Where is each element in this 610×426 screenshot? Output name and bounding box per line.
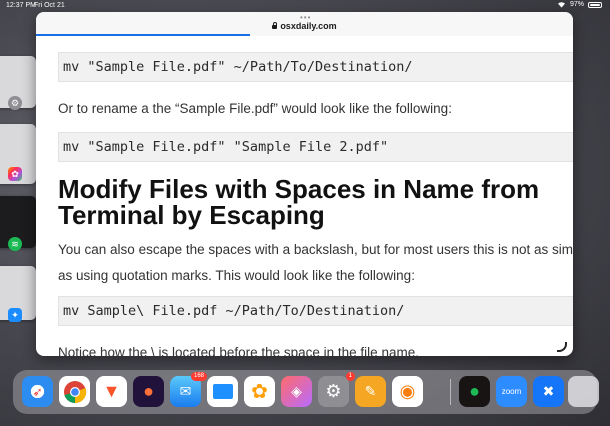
spotify-mini-icon[interactable]: ≋ (8, 237, 22, 251)
paragraph-2-line-2: as using quotation marks. This would loo… (58, 268, 415, 283)
status-right: 97% (557, 1, 602, 8)
section-heading: Modify Files with Spaces in Name from Te… (58, 176, 539, 228)
dock-app-library[interactable] (568, 376, 599, 407)
dock-app-settings[interactable]: ⚙ 1 (318, 372, 355, 407)
heading-line-2: Terminal by Escaping (58, 200, 325, 230)
spotify-icon: ● (469, 381, 480, 401)
envelope-icon: ✉ (179, 383, 192, 399)
lion-icon: ▼ (102, 381, 121, 401)
status-bar: 12:37 PM Fri Oct 21 97% (0, 0, 610, 12)
dock-app-chrome[interactable] (59, 376, 90, 407)
status-date: Fri Oct 21 (34, 2, 65, 9)
url-field[interactable]: osxdaily.com (36, 21, 573, 31)
dock-app-brave[interactable]: ▼ (96, 376, 127, 407)
podcast-icon: ◉ (399, 381, 416, 401)
fox-icon: ● (143, 381, 154, 401)
shortcuts-icon: ◈ (291, 383, 302, 399)
lock-icon (272, 22, 278, 29)
url-text: osxdaily.com (280, 21, 337, 31)
flower-icon: ✿ (251, 381, 268, 403)
compass-icon: ➶ (32, 384, 43, 399)
folder-icon (212, 384, 233, 399)
article-content: mv "Sample File.pdf" ~/Path/To/Destinati… (36, 36, 573, 356)
status-time: 12:37 PM (6, 2, 36, 9)
tools-icon: ✖ (542, 383, 555, 399)
dock-app-safari[interactable]: ➶ (22, 376, 53, 407)
safari-mini-icon[interactable]: ✦ (8, 308, 22, 322)
paragraph-2-line-1: You can also escape the spaces with a ba… (58, 242, 573, 257)
battery-icon (588, 1, 602, 8)
code-block-1: mv "Sample File.pdf" ~/Path/To/Destinati… (58, 52, 573, 82)
chrome-icon (63, 380, 86, 403)
settings-mini-icon[interactable]: ⚙ (8, 96, 22, 110)
pen-icon: ✎ (364, 383, 377, 399)
settings-badge: 1 (345, 372, 355, 381)
dock: ➶ ▼ ● ✉ 168 ✿ ◈ ⚙ 1 ✎ ◉ ● zoom ✖ (13, 370, 599, 414)
photos-mini-icon[interactable]: ✿ (8, 167, 22, 181)
dock-app-firefox[interactable]: ● (133, 376, 164, 407)
paragraph-3: Notice how the \ is located before the s… (58, 345, 419, 356)
dock-app-files[interactable] (207, 376, 238, 407)
code-block-2: mv "Sample File.pdf" "Sample File 2.pdf" (58, 132, 573, 162)
paragraph-1: Or to rename a the “Sample File.pdf” wou… (58, 101, 452, 116)
dock-app-mail[interactable]: ✉ 168 (170, 372, 207, 407)
zoom-icon: zoom (501, 387, 522, 396)
dock-app-xcode[interactable]: ✖ (533, 376, 564, 407)
heading-line-1: Modify Files with Spaces in Name from (58, 174, 540, 204)
dock-app-pages[interactable]: ✎ (355, 376, 386, 407)
address-bar[interactable]: ••• osxdaily.com (36, 12, 573, 36)
dock-app-shortcuts[interactable]: ◈ (281, 376, 312, 407)
gear-icon: ⚙ (325, 381, 342, 401)
mail-badge: 168 (190, 372, 207, 381)
dock-app-overcast[interactable]: ◉ (392, 376, 423, 407)
dock-app-photos[interactable]: ✿ (244, 376, 275, 407)
dock-app-spotify[interactable]: ● (459, 376, 490, 407)
code-block-3: mv Sample\ File.pdf ~/Path/To/Destinatio… (58, 296, 573, 326)
dock-app-zoom[interactable]: zoom (496, 376, 527, 407)
wifi-icon (557, 2, 565, 8)
safari-window: ••• osxdaily.com mv "Sample File.pdf" ~/… (36, 12, 573, 356)
dock-divider (450, 379, 451, 405)
battery-percentage: 97% (569, 1, 584, 8)
